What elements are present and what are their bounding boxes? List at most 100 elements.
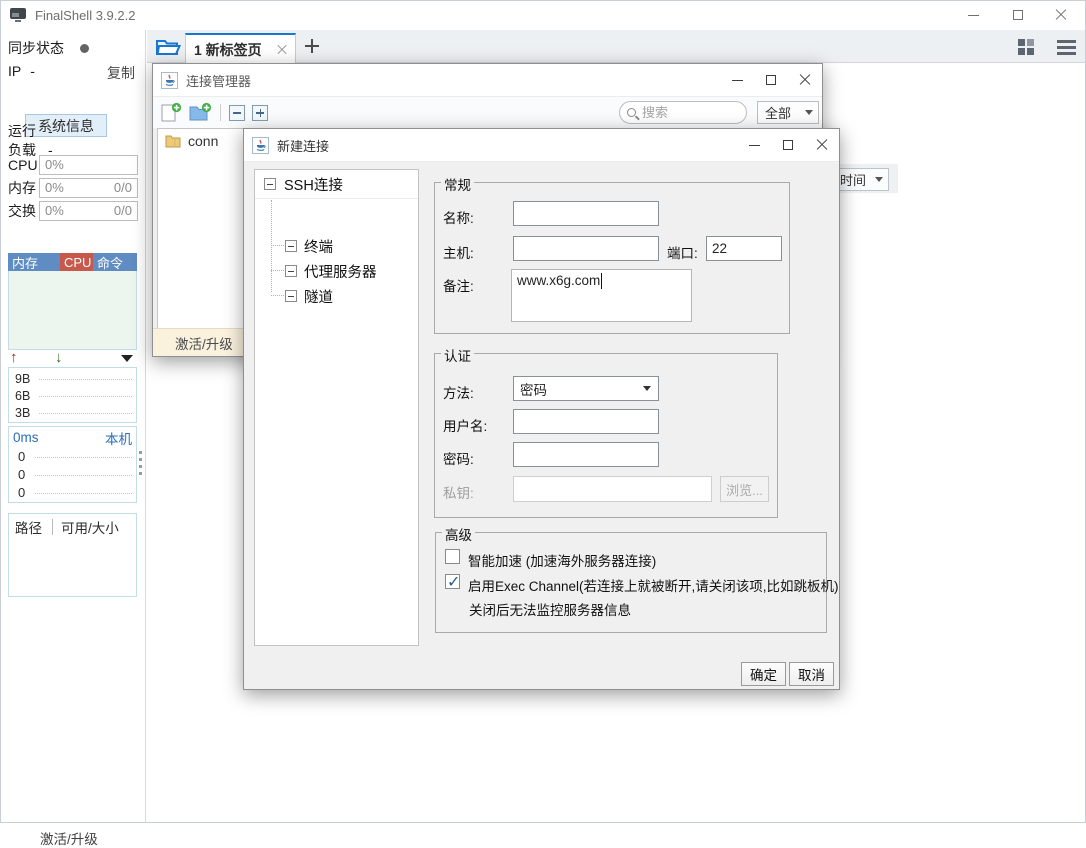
app-icon: [10, 8, 26, 22]
layout-grid-icon[interactable]: [1018, 39, 1034, 55]
ping-graph: 0ms 本机 0 0 0: [8, 426, 137, 503]
remark-field[interactable]: www.x6g.com: [511, 269, 692, 322]
tree-collapse-icon[interactable]: [285, 240, 297, 252]
close-button[interactable]: [1044, 0, 1078, 30]
add-tab-button[interactable]: [305, 39, 319, 53]
connmgr-toolbar: 全部: [153, 97, 822, 128]
tree-guide-line: [271, 200, 272, 292]
name-field[interactable]: [513, 201, 659, 226]
maximize-button[interactable]: [1001, 0, 1035, 30]
ping-tick: 0: [18, 467, 35, 482]
grid-line: [39, 379, 132, 380]
tree-collapse-icon[interactable]: [285, 290, 297, 302]
main-titlebar: FinalShell 3.9.2.2: [0, 0, 1086, 30]
smart-accel-checkbox[interactable]: [445, 549, 460, 564]
process-table-header: 内存 CPU 命令: [8, 253, 137, 271]
tree-collapse-icon[interactable]: [264, 178, 276, 190]
general-group-label: 常规: [441, 174, 474, 194]
search-input[interactable]: [642, 105, 728, 120]
folder-icon: [165, 134, 181, 148]
mem-ratio: 0/0: [114, 180, 132, 195]
search-box[interactable]: [619, 101, 747, 124]
process-header-memory[interactable]: 内存: [8, 253, 60, 271]
minimize-button[interactable]: [956, 0, 990, 30]
cpu-stat-box: 0%: [39, 155, 138, 175]
tab-close-icon[interactable]: [277, 45, 287, 55]
tree-collapse-icon[interactable]: [285, 265, 297, 277]
close-icon: [816, 139, 828, 151]
mem-stat-box: 0% 0/0: [39, 178, 138, 198]
grid-line: [35, 493, 132, 494]
tree-item-ssh[interactable]: SSH连接: [255, 170, 418, 199]
sidebar: 同步状态 IP - 复制 系统信息 运行 - 负载 - CPU 0% 内存 0%…: [0, 30, 146, 823]
new-connection-icon[interactable]: [161, 102, 182, 123]
connmgr-title: 连接管理器: [186, 71, 251, 90]
cancel-button[interactable]: 取消: [789, 662, 834, 686]
process-list-panel: [8, 271, 137, 350]
activate-upgrade-link[interactable]: 激活/升级: [40, 828, 98, 848]
sort-by-time-dropdown[interactable]: 时间: [833, 168, 889, 191]
new-folder-icon[interactable]: [189, 102, 212, 123]
method-dropdown[interactable]: 密码: [513, 376, 659, 401]
chevron-down-icon[interactable]: [121, 355, 133, 362]
grid-line: [35, 457, 132, 458]
connmgr-activate-label: 激活/升级: [175, 333, 233, 353]
newconn-close-button[interactable]: [805, 129, 839, 162]
filter-dropdown[interactable]: 全部: [757, 101, 819, 124]
advanced-group: 高级 智能加速 (加速海外服务器连接) 启用Exec Channel(若连接上就…: [435, 532, 827, 633]
newconn-minimize-button[interactable]: [737, 129, 771, 162]
copy-link[interactable]: 复制: [107, 63, 135, 83]
ping-tick: 0: [18, 449, 35, 464]
private-key-field: [513, 476, 712, 502]
port-field[interactable]: [706, 236, 782, 261]
process-header-command[interactable]: 命令: [93, 253, 137, 271]
password-field[interactable]: [513, 442, 659, 467]
ping-value: 0ms: [13, 430, 39, 445]
tree-item-proxy[interactable]: 代理服务器: [285, 261, 377, 281]
tree-item-terminal[interactable]: 终端: [285, 236, 333, 256]
expand-all-button[interactable]: [252, 105, 268, 121]
ping-tick: 0: [18, 485, 35, 500]
disk-header-path: 路径: [15, 517, 42, 537]
tree-item-proxy-label: 代理服务器: [304, 261, 377, 282]
process-header-cpu[interactable]: CPU: [60, 253, 93, 271]
swap-ratio: 0/0: [114, 203, 132, 218]
exec-channel-label: 启用Exec Channel(若连接上就被断开,请关闭该项,比如跳板机): [468, 575, 839, 595]
mem-label: 内存: [8, 178, 39, 198]
host-label[interactable]: 本机: [105, 428, 132, 448]
net-tick: 9B: [15, 372, 39, 386]
chevron-down-icon: [805, 110, 813, 115]
tree-item-terminal-label: 终端: [304, 236, 333, 257]
advanced-group-label: 高级: [442, 524, 475, 544]
collapse-all-button[interactable]: [229, 105, 245, 121]
connection-folder-label: conn: [188, 133, 218, 149]
folder-open-icon[interactable]: [155, 37, 182, 57]
sort-dropdown-value: 时间: [840, 170, 866, 189]
net-tick: 3B: [15, 406, 39, 420]
tree-item-tunnel[interactable]: 隧道: [285, 286, 333, 306]
tab-new-tab-page[interactable]: 1 新标签页: [185, 33, 296, 64]
browse-button: 浏览...: [720, 476, 769, 502]
sidebar-splitter-handle[interactable]: [139, 451, 143, 479]
java-app-icon: [161, 72, 178, 89]
connmgr-close-button[interactable]: [788, 64, 822, 97]
network-graph: 9B 6B 3B: [8, 367, 137, 423]
connmgr-maximize-button[interactable]: [754, 64, 788, 97]
settings-tree-panel: SSH连接 终端 代理服务器 隧道: [254, 169, 419, 646]
method-label: 方法:: [443, 382, 474, 402]
menu-icon[interactable]: [1057, 40, 1076, 58]
newconn-maximize-button[interactable]: [771, 129, 805, 162]
exec-channel-checkbox[interactable]: [445, 574, 460, 589]
cpu-value: 0%: [45, 157, 64, 172]
maximize-icon: [766, 75, 776, 85]
ip-label: IP: [8, 63, 21, 79]
mem-value: 0%: [45, 180, 64, 195]
ok-button[interactable]: 确定: [741, 662, 786, 686]
connmgr-minimize-button[interactable]: [720, 64, 754, 97]
username-field[interactable]: [513, 409, 659, 434]
host-field[interactable]: [513, 236, 659, 261]
ip-value: -: [30, 63, 35, 79]
host-label: 主机:: [443, 242, 474, 262]
tab-strip: 1 新标签页: [147, 30, 1086, 63]
general-group: 常规 名称: 主机: 端口: 备注: www.x6g.com: [434, 182, 790, 334]
